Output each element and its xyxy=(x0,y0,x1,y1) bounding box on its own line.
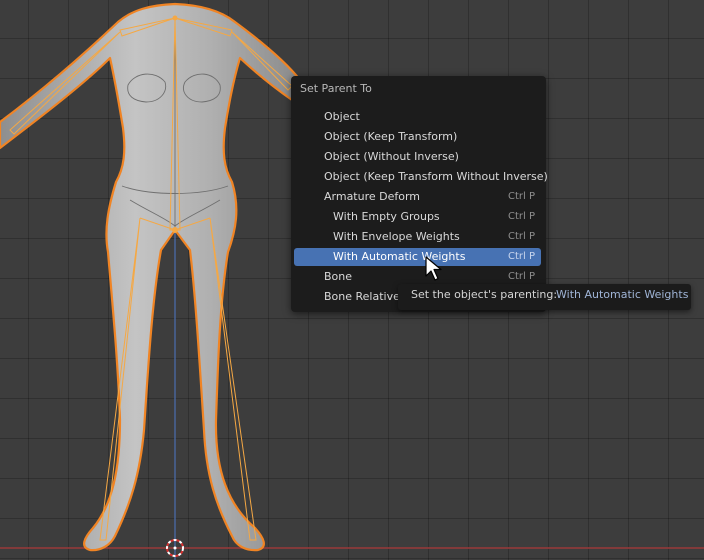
menu-item-with-envelope-weights[interactable]: With Envelope Weights Ctrl P xyxy=(294,228,541,246)
tooltip-value: With Automatic Weights xyxy=(556,288,689,301)
menu-item-object-keep-transform[interactable]: Object (Keep Transform) xyxy=(294,128,541,146)
menu-item-armature-deform[interactable]: Armature Deform Ctrl P xyxy=(294,188,541,206)
bone-joint xyxy=(172,227,178,233)
menu-item-with-automatic-weights[interactable]: With Automatic Weights Ctrl P xyxy=(294,248,541,266)
tooltip-text: Set the object's parenting: xyxy=(411,288,558,301)
menu-item-label: Bone Relative xyxy=(324,290,400,303)
tooltip: Set the object's parenting: With Automat… xyxy=(398,284,691,310)
menu-item-object[interactable]: Object xyxy=(294,108,541,126)
menu-item-label: With Automatic Weights xyxy=(333,250,466,263)
mouse-pointer-icon xyxy=(425,256,442,281)
bone-joint xyxy=(172,15,178,21)
menu-item-shortcut: Ctrl P xyxy=(507,231,535,242)
character-mesh[interactable] xyxy=(0,2,302,552)
menu-item-label: Object (Keep Transform) xyxy=(324,130,458,143)
menu-item-label: With Envelope Weights xyxy=(333,230,460,243)
menu-item-label: Armature Deform xyxy=(324,190,421,203)
menu-title: Set Parent To xyxy=(300,82,372,95)
menu-item-shortcut: Ctrl P xyxy=(507,191,535,202)
menu-item-object-keep-transform-without-inverse[interactable]: Object (Keep Transform Without Inverse) xyxy=(294,168,548,186)
menu-item-shortcut: Ctrl P xyxy=(507,251,535,262)
set-parent-menu: Set Parent To Object Object (Keep Transf… xyxy=(291,76,548,312)
menu-item-with-empty-groups[interactable]: With Empty Groups Ctrl P xyxy=(294,208,541,226)
menu-item-label: With Empty Groups xyxy=(333,210,440,223)
menu-item-label: Object (Without Inverse) xyxy=(324,150,459,163)
menu-item-label: Object xyxy=(324,110,360,123)
menu-item-shortcut: Ctrl P xyxy=(507,211,535,222)
menu-item-label: Bone xyxy=(324,270,353,283)
menu-item-object-without-inverse[interactable]: Object (Without Inverse) xyxy=(294,148,541,166)
menu-item-label: Object (Keep Transform Without Inverse) xyxy=(324,170,548,183)
